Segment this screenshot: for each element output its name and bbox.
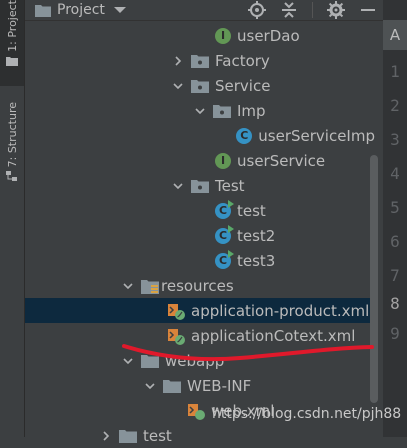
- line-number: 9: [390, 324, 400, 343]
- chevron-right-icon[interactable]: [99, 429, 113, 443]
- chevron-right-icon[interactable]: [171, 54, 185, 68]
- tree-node-factory[interactable]: Factory: [25, 48, 375, 73]
- tree-node-label: applicationCotext.xml: [191, 326, 356, 345]
- tree-node-resources[interactable]: resources: [25, 273, 375, 298]
- tree-node-label: Imp: [237, 101, 266, 120]
- class-run-icon: C: [215, 224, 234, 244]
- project-view-selector[interactable]: Project: [35, 2, 133, 18]
- tree-node-label: Service: [215, 76, 271, 95]
- folder-icon: [163, 379, 181, 393]
- run-marker-icon: [228, 224, 234, 233]
- tree-node-label: test: [143, 426, 172, 445]
- class-run-icon: C: [215, 199, 234, 219]
- tree-node-test[interactable]: C test: [25, 198, 375, 223]
- spring-xml-icon: [168, 303, 185, 320]
- interface-icon: I: [215, 27, 231, 44]
- class-badge: C: [218, 229, 228, 242]
- structure-icon: [6, 171, 17, 182]
- project-tree: I userDao Factory Service Imp C userServ…: [25, 21, 383, 445]
- line-number: 2: [390, 96, 400, 115]
- chevron-down-icon[interactable]: [121, 354, 135, 368]
- chevron-down-icon[interactable]: [171, 179, 185, 193]
- watermark: https://blog.csdn.net/pjh88: [212, 406, 402, 422]
- line-number: 3: [390, 130, 400, 149]
- tree-scrollbar[interactable]: [370, 155, 378, 403]
- tree-node-test-package[interactable]: Test: [25, 173, 375, 198]
- class-run-icon: C: [215, 249, 234, 269]
- structure-tool-tab-label: 7: Structure: [5, 102, 19, 168]
- tree-node-userservice[interactable]: I userService: [25, 148, 375, 173]
- class-icon: C: [236, 127, 253, 144]
- interface-icon: I: [215, 152, 231, 169]
- structure-tool-tab[interactable]: 7: Structure: [0, 102, 24, 202]
- tree-node-imp[interactable]: Imp: [25, 98, 375, 123]
- project-panel-title: Project: [57, 2, 105, 18]
- chevron-down-icon[interactable]: [171, 79, 185, 93]
- tree-node-web-inf[interactable]: WEB-INF: [25, 373, 375, 398]
- tree-node-label: test3: [237, 251, 276, 270]
- tree-node-applicationcotext-xml[interactable]: applicationCotext.xml: [25, 323, 375, 348]
- tree-node-label: Factory: [215, 51, 270, 70]
- tree-node-webapp[interactable]: webapp: [25, 348, 375, 373]
- tree-node-label: test: [237, 201, 266, 220]
- current-line-number: 8: [390, 294, 400, 313]
- line-number: 5: [390, 198, 400, 217]
- tree-node-label: Test: [215, 176, 245, 195]
- folder-icon: [141, 354, 159, 368]
- tree-node-userdao[interactable]: I userDao: [25, 23, 375, 48]
- tree-node-label: userDao: [237, 26, 300, 45]
- hide-panel-icon[interactable]: [359, 1, 377, 19]
- project-tool-tab-label: 1: Project: [5, 0, 19, 52]
- locate-icon[interactable]: [248, 1, 266, 19]
- tree-node-test2[interactable]: C test2: [25, 223, 375, 248]
- tree-node-label: webapp: [165, 351, 225, 370]
- run-marker-icon: [228, 249, 234, 258]
- chevron-down-icon: [113, 7, 126, 13]
- run-marker-icon: [228, 199, 234, 208]
- class-badge: C: [218, 204, 228, 217]
- tree-node-test-folder[interactable]: test: [25, 423, 375, 448]
- project-folder-icon: [35, 5, 51, 17]
- chevron-down-icon[interactable]: [121, 279, 135, 293]
- resources-folder-icon: [141, 279, 159, 294]
- package-icon: [213, 104, 231, 118]
- tree-node-label: application-product.xml: [191, 301, 370, 320]
- tree-node-test3[interactable]: C test3: [25, 248, 375, 273]
- project-panel-header: Project: [25, 0, 383, 21]
- tool-window-strip: 1: Project 7: Structure: [0, 0, 25, 437]
- xml-icon: [188, 403, 205, 420]
- tree-node-label: test2: [237, 226, 276, 245]
- package-icon: [191, 79, 209, 93]
- package-icon: [191, 179, 209, 193]
- folder-icon: [6, 56, 18, 66]
- package-icon: [191, 54, 209, 68]
- tree-node-application-product-xml[interactable]: application-product.xml: [25, 298, 375, 323]
- editor-tab[interactable]: A: [383, 20, 407, 50]
- project-tool-tab[interactable]: 1: Project: [0, 0, 24, 86]
- line-number: 4: [390, 164, 400, 183]
- spring-xml-icon: [168, 328, 185, 345]
- tree-node-service[interactable]: Service: [25, 73, 375, 98]
- line-number: 6: [390, 232, 400, 251]
- chevron-down-icon[interactable]: [193, 104, 207, 118]
- tree-node-userserviceimp[interactable]: C userServiceImp: [25, 123, 375, 148]
- line-number: 7: [390, 266, 400, 285]
- tree-node-label: userService: [237, 151, 326, 170]
- tree-node-label: userServiceImp: [258, 126, 375, 145]
- gear-icon[interactable]: [327, 1, 345, 19]
- folder-icon: [119, 429, 137, 443]
- class-badge: C: [218, 254, 228, 267]
- chevron-down-icon[interactable]: [143, 379, 157, 393]
- line-number: 1: [390, 62, 400, 81]
- tree-node-label: WEB-INF: [187, 376, 252, 395]
- tree-node-label: resources: [161, 276, 234, 295]
- collapse-all-icon[interactable]: [280, 1, 298, 19]
